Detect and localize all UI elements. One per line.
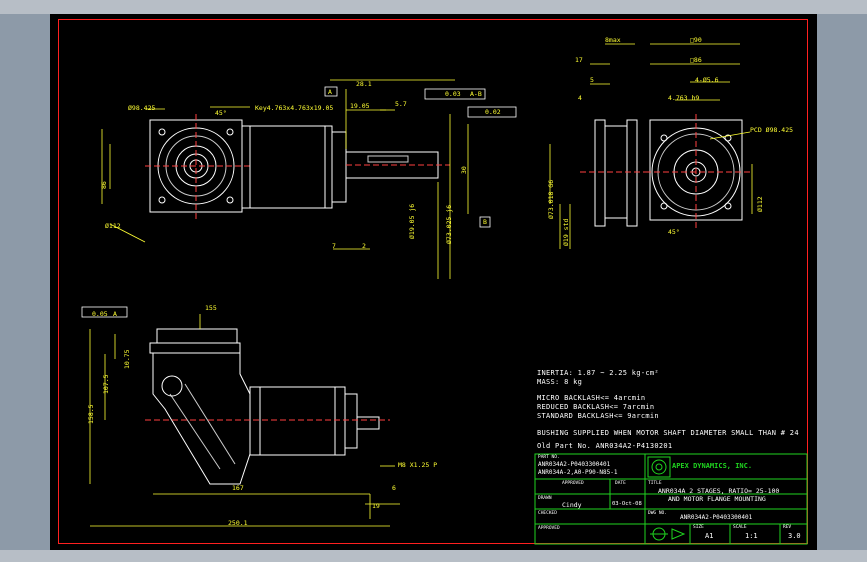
note-old-part: Old Part No. ANR034A2-P4130201: [537, 442, 673, 450]
tb-part-1: ANR034A2-P0403300401: [538, 461, 611, 468]
dim-19j6: Ø19.05 j6: [408, 203, 416, 239]
dim-73j6: Ø73.025 j6: [445, 204, 453, 244]
dim-sq90: □90: [690, 36, 702, 44]
tol-ab: A-B: [470, 90, 482, 98]
datum-b: B: [483, 218, 487, 226]
dim-73018: Ø73.018 G6: [547, 179, 555, 219]
tb-checked: CHECKED: [538, 511, 557, 516]
tolerance-frames: [81, 86, 517, 318]
dim-158: 158.5: [87, 404, 95, 424]
dim-86: 86: [100, 181, 108, 189]
tb-size-label: SIZE: [693, 525, 704, 530]
dim-167: 167: [232, 484, 244, 492]
tb-approved2: APPROVED: [538, 526, 560, 531]
dim-19: 19.05: [350, 102, 370, 110]
tb-scale: 1:1: [745, 532, 758, 540]
tb-part-label: PART NO.: [538, 455, 560, 460]
dim-4763: 4.763 h9: [668, 94, 700, 102]
dim-107: 107.5: [102, 374, 110, 394]
dim-155: 155: [205, 304, 217, 312]
dim-d112b: Ø112: [756, 196, 764, 212]
dim-pcd: PCD Ø98.425: [750, 126, 794, 134]
tb-drawn-date: 03-Oct-08: [612, 501, 642, 507]
dim-d98: Ø98.425: [128, 104, 156, 112]
dim-30: 30: [460, 166, 468, 174]
tb-size: A1: [705, 532, 714, 540]
dim-7: 7: [332, 242, 336, 250]
tb-part-2: ANR034A-2,A0-P90-N85-1: [538, 469, 618, 476]
tb-rev-label: REV: [783, 525, 792, 530]
dim-1075: 10.75: [123, 349, 131, 369]
dim-angle45: 45°: [215, 109, 227, 117]
dim-250: 250.1: [228, 519, 248, 527]
dim-19b: 19: [372, 502, 380, 510]
dim-6: 6: [392, 484, 396, 492]
note-mass: MASS: 8 kg: [537, 378, 583, 386]
dim-17: 17: [575, 56, 583, 64]
tol-003: 0.03: [445, 90, 461, 98]
tb-drawn-label: DRAWN: [538, 496, 552, 501]
note-micro: MICRO BACKLASH<= 4arcmin: [537, 394, 646, 402]
tb-title-1: ANR034A 2 STAGES, RATIO= 25-100: [658, 487, 780, 495]
dim-4-56: 4-Ø5.6: [695, 76, 719, 84]
tb-approved: APPROVED: [562, 481, 584, 486]
dim-28: 28.1: [356, 80, 372, 88]
dim-4: 4: [578, 94, 582, 102]
side-view: [580, 114, 750, 229]
dim-8max: 8max: [605, 36, 621, 44]
dim-005: 0.05: [92, 310, 108, 318]
dim-sq86: □86: [690, 56, 702, 64]
dim-5: 5: [590, 76, 594, 84]
tol-002: 0.02: [485, 108, 501, 116]
dim-m8: M8 X1.25 P: [398, 461, 438, 469]
tb-date-label: DATE: [615, 481, 626, 486]
dim-angle45b: 45°: [668, 228, 680, 236]
tb-rev: 3.0: [788, 532, 801, 540]
dim-d112: Ø112: [105, 222, 121, 230]
bottom-view: [145, 328, 390, 485]
dim-2: 2: [362, 242, 366, 250]
datum-a2: A: [113, 310, 117, 318]
dim-key: Key4.763x4.763x19.05: [255, 104, 334, 112]
tb-company: APEX DYNAMICS, INC.: [672, 462, 753, 470]
tb-title-2: AND MOTOR FLANGE MOUNTING: [668, 495, 766, 503]
tb-dwg-no: ANR034A2-P0403300401: [680, 514, 753, 521]
tb-dwg-label: DWG NO.: [648, 511, 667, 516]
front-view: [145, 114, 450, 219]
dim-5-7: 5.7: [395, 100, 407, 108]
tb-scale-label: SCALE: [733, 525, 747, 530]
tb-title-label: TITLE: [648, 481, 662, 486]
note-standard: STANDARD BACKLASH<= 9arcmin: [537, 412, 659, 420]
tb-drawn-by: Cindy: [562, 501, 582, 509]
note-inertia: INERTIA: 1.87 ~ 2.25 kg-cm²: [537, 369, 659, 377]
datum-a: A: [328, 88, 332, 96]
note-bushing: BUSHING SUPPLIED WHEN MOTOR SHAFT DIAMET…: [537, 429, 799, 437]
drawing-canvas[interactable]: Ø98.425 45° Key4.763x4.763x19.05 28.1 19…: [50, 14, 817, 550]
side-dimensions: [549, 43, 753, 249]
note-reduced: REDUCED BACKLASH<= 7arcmin: [537, 403, 655, 411]
drawing-viewport[interactable]: Ø98.425 45° Key4.763x4.763x19.05 28.1 19…: [0, 14, 867, 550]
dim-19std: Ø19 std: [562, 218, 570, 246]
